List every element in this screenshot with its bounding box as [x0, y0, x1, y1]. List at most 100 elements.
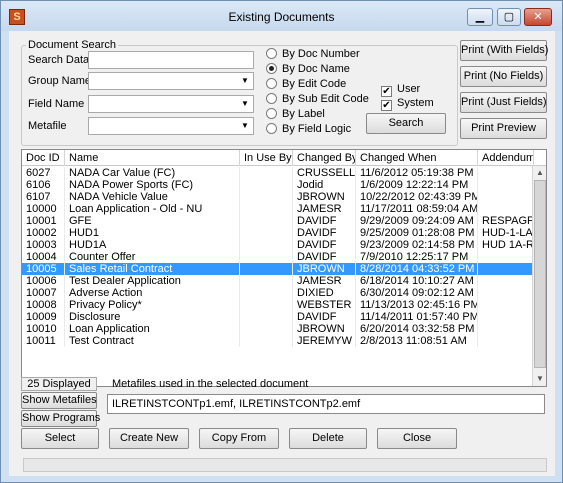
table-row[interactable]: 6027 NADA Car Value (FC) CRUSSELL 11/6/2012…: [22, 167, 534, 179]
search-button[interactable]: Search: [366, 113, 446, 134]
print-with-fields-button[interactable]: Print (With Fields): [460, 40, 548, 61]
title-bar[interactable]: S Existing Documents ▁ ▢ ✕: [1, 1, 562, 31]
table-cell: 6/18/2014 10:10:27 AM: [356, 275, 478, 287]
table-cell: JBROWN: [293, 323, 356, 335]
radio-by-edit-code[interactable]: By Edit Code: [266, 78, 346, 90]
table-row[interactable]: 10003 HUD1A DAVIDF 9/23/2009 02:14:58 PM HUD…: [22, 239, 534, 251]
chevron-down-icon[interactable]: ▼: [237, 73, 253, 89]
radio-by-doc-number[interactable]: By Doc Number: [266, 48, 360, 60]
table-cell: 7/9/2010 12:25:17 PM: [356, 251, 478, 263]
table-cell: 9/25/2009 01:28:08 PM: [356, 227, 478, 239]
table-row[interactable]: 10006 Test Dealer Application JAMESR 6/18/2…: [22, 275, 534, 287]
table-row[interactable]: 10010 Loan Application JBROWN 6/20/2014 03:…: [22, 323, 534, 335]
table-row[interactable]: 10005 Sales Retail Contract JBROWN 8/28/201…: [22, 263, 534, 275]
table-cell: [240, 287, 293, 299]
field-name-label: Field Name: [28, 98, 85, 110]
table-row[interactable]: 10000 Loan Application - Old - NU JAMESR 11…: [22, 203, 534, 215]
radio-by-sub-edit-code[interactable]: By Sub Edit Code: [266, 93, 369, 105]
close-window-button[interactable]: ✕: [524, 8, 552, 26]
radio-by-doc-name[interactable]: By Doc Name: [266, 63, 350, 75]
column-header-name[interactable]: Name: [65, 150, 240, 166]
table-cell: [240, 227, 293, 239]
close-button[interactable]: Close: [377, 428, 457, 449]
scroll-up-icon[interactable]: ▲: [533, 166, 546, 180]
table-cell: HUD1: [65, 227, 240, 239]
table-cell: HUD-1-LAZ: [478, 227, 534, 239]
table-cell: 11/6/2012 05:19:38 PM: [356, 167, 478, 179]
field-name-select[interactable]: ▼: [88, 95, 254, 113]
scroll-down-icon[interactable]: ▼: [533, 372, 546, 386]
show-metafiles-button[interactable]: Show Metafiles: [21, 392, 97, 409]
table-cell: [240, 167, 293, 179]
table-cell: HUD1A: [65, 239, 240, 251]
radio-dot-selected: [266, 63, 277, 74]
table-cell: 8/28/2014 04:33:52 PM: [356, 263, 478, 275]
table-row[interactable]: 10001 GFE DAVIDF 9/29/2009 09:24:09 AM RESPA…: [22, 215, 534, 227]
table-row[interactable]: 6106 NADA Power Sports (FC) Jodid 1/6/2009 …: [22, 179, 534, 191]
table-cell: Disclosure: [65, 311, 240, 323]
table-cell: JAMESR: [293, 203, 356, 215]
table-cell: Sales Retail Contract: [65, 263, 240, 275]
system-checkbox[interactable]: ✔ System: [381, 97, 434, 111]
delete-button[interactable]: Delete: [289, 428, 367, 449]
table-row[interactable]: 10011 Test Contract JEREMYW 2/8/2013 11:08:…: [22, 335, 534, 347]
scroll-thumb[interactable]: [534, 180, 546, 368]
metafile-select[interactable]: ▼: [88, 117, 254, 135]
table-cell: Test Contract: [65, 335, 240, 347]
table-cell: [240, 179, 293, 191]
table-cell: Adverse Action: [65, 287, 240, 299]
table-cell: [478, 167, 534, 179]
table-cell: 6/30/2014 09:02:12 AM: [356, 287, 478, 299]
metafiles-textbox[interactable]: ILRETINSTCONTp1.emf, ILRETINSTCONTp2.emf: [107, 394, 545, 414]
table-cell: GFE: [65, 215, 240, 227]
table-cell: 10/22/2012 02:43:39 PM: [356, 191, 478, 203]
table-row[interactable]: 10009 Disclosure DAVIDF 11/14/2011 01:57:40…: [22, 311, 534, 323]
print-just-fields-button[interactable]: Print (Just Fields): [460, 92, 547, 113]
table-cell: 11/17/2011 08:59:04 AM: [356, 203, 478, 215]
column-header-changed-by[interactable]: Changed By: [293, 150, 356, 166]
column-header-doc-id[interactable]: Doc ID: [22, 150, 65, 166]
table-cell: JEREMYW: [293, 335, 356, 347]
radio-by-label[interactable]: By Label: [266, 108, 325, 120]
horizontal-scrollbar[interactable]: [23, 458, 547, 472]
table-row[interactable]: 10002 HUD1 DAVIDF 9/25/2009 01:28:08 PM HUD-…: [22, 227, 534, 239]
table-cell: [478, 299, 534, 311]
table-cell: DAVIDF: [293, 311, 356, 323]
chevron-down-icon[interactable]: ▼: [237, 118, 253, 134]
table-cell: 10004: [22, 251, 65, 263]
table-cell: [240, 263, 293, 275]
table-cell: 10006: [22, 275, 65, 287]
column-header-changed-when[interactable]: Changed When: [356, 150, 478, 166]
group-name-label: Group Name: [28, 75, 91, 87]
column-header-addendum[interactable]: Addendum: [478, 150, 534, 166]
group-name-select[interactable]: ▼: [88, 72, 254, 90]
user-checkbox[interactable]: ✔ User: [381, 83, 420, 97]
table-cell: NADA Car Value (FC): [65, 167, 240, 179]
select-button[interactable]: Select: [21, 428, 99, 449]
maximize-button[interactable]: ▢: [497, 8, 521, 26]
table-cell: 6/20/2014 03:32:58 PM: [356, 323, 478, 335]
vertical-scrollbar[interactable]: ▲ ▼: [532, 166, 546, 386]
radio-by-field-logic[interactable]: By Field Logic: [266, 123, 351, 135]
column-header-in-use-by[interactable]: In Use By: [240, 150, 293, 166]
copy-from-button[interactable]: Copy From: [199, 428, 279, 449]
minimize-button[interactable]: ▁: [467, 8, 493, 26]
table-cell: [240, 275, 293, 287]
print-no-fields-button[interactable]: Print (No Fields): [460, 66, 547, 87]
table-cell: 6106: [22, 179, 65, 191]
chevron-down-icon[interactable]: ▼: [237, 96, 253, 112]
table-cell: 10007: [22, 287, 65, 299]
table-row[interactable]: 6107 NADA Vehicle Value JBROWN 10/22/2012 0…: [22, 191, 534, 203]
search-data-input[interactable]: [88, 51, 254, 69]
table-row[interactable]: 10004 Counter Offer DAVIDF 7/9/2010 12:25:1…: [22, 251, 534, 263]
radio-dot: [266, 108, 277, 119]
table-row[interactable]: 10008 Privacy Policy* WEBSTER 11/13/2013 02…: [22, 299, 534, 311]
table-cell: JAMESR: [293, 275, 356, 287]
check-icon: ✔: [381, 100, 392, 111]
print-preview-button[interactable]: Print Preview: [460, 118, 547, 139]
table-cell: [478, 335, 534, 347]
show-programs-button[interactable]: Show Programs: [21, 410, 100, 427]
table-cell: [478, 287, 534, 299]
table-row[interactable]: 10007 Adverse Action DIXIED 6/30/2014 09:02…: [22, 287, 534, 299]
create-new-button[interactable]: Create New: [109, 428, 189, 449]
